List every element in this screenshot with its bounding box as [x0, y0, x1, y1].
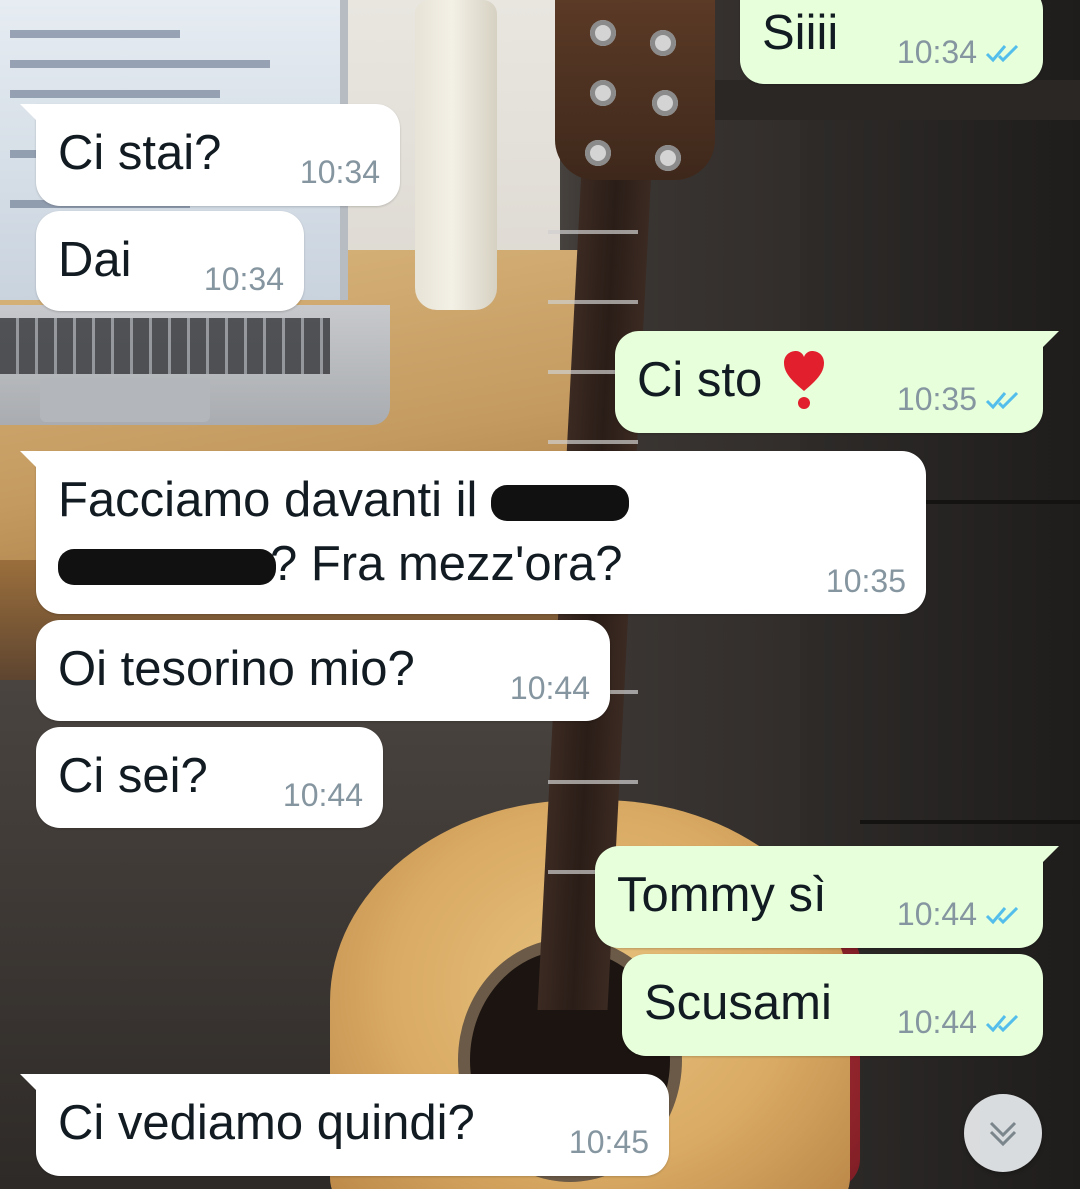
message-meta: 10:35 — [897, 381, 1023, 418]
message-text-part: ? Fra mezz'ora? — [270, 537, 623, 591]
message-time: 10:35 — [825, 563, 906, 599]
message-list[interactable]: Siiii 10:34 Ci stai? 10:34 Dai 10:34 Ci … — [0, 0, 1080, 1189]
heart-emoji-icon — [784, 351, 825, 409]
message-meta: 10:44 — [897, 1004, 1023, 1041]
double-check-icon — [985, 391, 1019, 409]
message-time: 10:34 — [299, 154, 380, 190]
message-text: Ci sto — [637, 353, 763, 407]
outgoing-message[interactable]: Tommy sì 10:44 — [595, 846, 1059, 948]
double-check-icon — [985, 1014, 1019, 1032]
message-time: 10:45 — [568, 1124, 649, 1160]
incoming-message[interactable]: Ci vediamo quindi? 10:45 — [20, 1074, 669, 1176]
message-text: Ci sei? — [58, 749, 208, 803]
redaction-mark — [491, 485, 630, 522]
incoming-message[interactable]: Oi tesorino mio? 10:44 — [36, 620, 610, 721]
message-text: Dai — [58, 233, 132, 287]
message-time: 10:44 — [896, 1004, 977, 1040]
double-check-icon — [985, 44, 1019, 62]
outgoing-message[interactable]: Scusami 10:44 — [622, 954, 1043, 1056]
chevron-double-down-icon — [989, 1121, 1017, 1147]
redaction-mark — [58, 549, 276, 586]
message-time: 10:44 — [896, 896, 977, 932]
message-time: 10:44 — [282, 777, 363, 813]
message-time: 10:34 — [203, 261, 284, 297]
double-check-icon — [985, 906, 1019, 924]
message-content: Ci sto — [637, 349, 826, 411]
message-text: Siiii — [762, 6, 839, 60]
message-text: Ci stai? — [58, 126, 222, 180]
scroll-to-bottom-button[interactable] — [964, 1094, 1042, 1172]
message-text: Oi tesorino mio? — [58, 642, 415, 696]
incoming-message[interactable]: Ci stai? 10:34 — [20, 104, 400, 206]
message-time: 10:44 — [509, 670, 590, 706]
message-text: Ci vediamo quindi? — [58, 1096, 475, 1150]
incoming-message[interactable]: Dai 10:34 — [36, 211, 304, 311]
message-text: Tommy sì — [617, 868, 827, 922]
message-meta: 10:34 — [897, 34, 1023, 71]
message-text-line-2: ? Fra mezz'ora? — [58, 533, 622, 595]
incoming-message[interactable]: Ci sei? 10:44 — [36, 727, 383, 828]
message-text-part: Facciamo davanti il — [58, 473, 478, 527]
message-text: Scusami — [644, 976, 832, 1030]
outgoing-message[interactable]: Siiii 10:34 — [740, 0, 1043, 84]
message-text-line-1: Facciamo davanti il — [58, 469, 630, 531]
message-time: 10:35 — [896, 381, 977, 417]
message-meta: 10:44 — [897, 896, 1023, 933]
incoming-message[interactable]: Facciamo davanti il ? Fra mezz'ora? 10:3… — [20, 451, 926, 614]
outgoing-message[interactable]: Ci sto 10:35 — [615, 331, 1059, 433]
message-time: 10:34 — [896, 34, 977, 70]
